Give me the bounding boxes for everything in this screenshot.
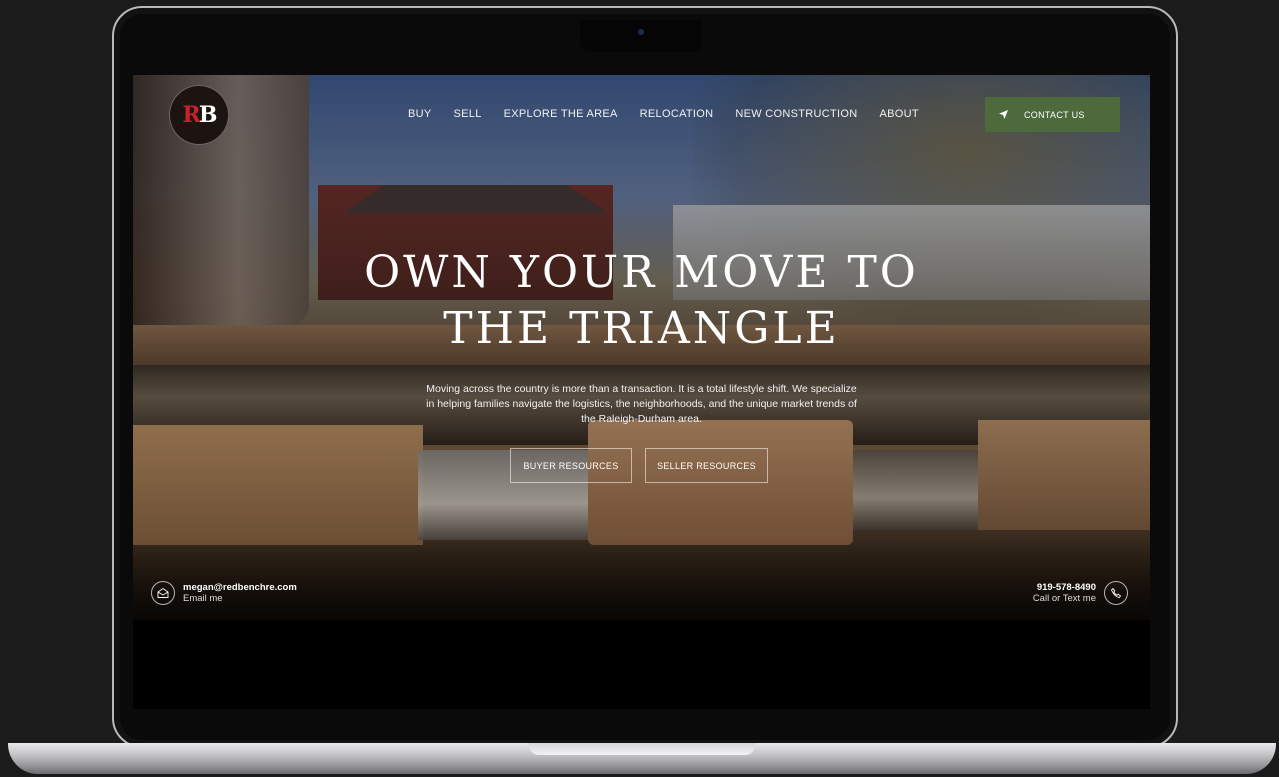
website-screen: RB BUY SELL EXPLORE THE AREA RELOCATION … — [133, 75, 1150, 709]
phone-number[interactable]: 919-578-8490 — [1033, 582, 1096, 593]
contact-us-button[interactable]: CONTACT US — [985, 97, 1120, 132]
phone-sublabel: Call or Text me — [1032, 593, 1096, 604]
hero-title: OWN YOUR MOVE TO THE TRIANGLE — [133, 245, 1150, 357]
nav-relocation[interactable]: RELOCATION — [640, 108, 714, 120]
logo-text: RB — [182, 102, 218, 128]
email-text: megan@redbenchre.com Email me — [183, 582, 297, 604]
camera-notch — [580, 20, 702, 52]
phone-contact[interactable]: 919-578-8490 Call or Text me — [1033, 581, 1128, 605]
nav-buy[interactable]: BUY — [408, 108, 432, 120]
laptop-base-notch — [529, 743, 755, 755]
buyer-resources-button[interactable]: BUYER RESOURCES — [510, 448, 632, 483]
nav-sell[interactable]: SELL — [454, 108, 482, 120]
phone-icon — [1104, 581, 1128, 605]
nav-about[interactable]: ABOUT — [880, 108, 919, 120]
hero-title-line2: THE TRIANGLE — [443, 303, 840, 354]
contact-us-label: CONTACT US — [1024, 109, 1085, 120]
main-nav: BUY SELL EXPLORE THE AREA RELOCATION NEW… — [408, 108, 941, 120]
mail-icon — [151, 581, 175, 605]
nav-explore-the-area[interactable]: EXPLORE THE AREA — [504, 108, 618, 120]
email-sublabel: Email me — [183, 593, 223, 604]
seller-resources-button[interactable]: SELLER RESOURCES — [645, 448, 768, 483]
navigation-arrow-icon — [999, 110, 1008, 119]
phone-text: 919-578-8490 Call or Text me — [1033, 582, 1096, 604]
nav-new-construction[interactable]: NEW CONSTRUCTION — [735, 108, 857, 120]
email-address[interactable]: megan@redbenchre.com — [183, 582, 297, 593]
email-contact[interactable]: megan@redbenchre.com Email me — [151, 581, 297, 605]
hero-subtitle: Moving across the country is more than a… — [426, 383, 857, 425]
site-logo[interactable]: RB — [169, 85, 229, 145]
hero-title-line1: OWN YOUR MOVE TO — [364, 247, 919, 298]
camera-icon — [638, 29, 644, 35]
